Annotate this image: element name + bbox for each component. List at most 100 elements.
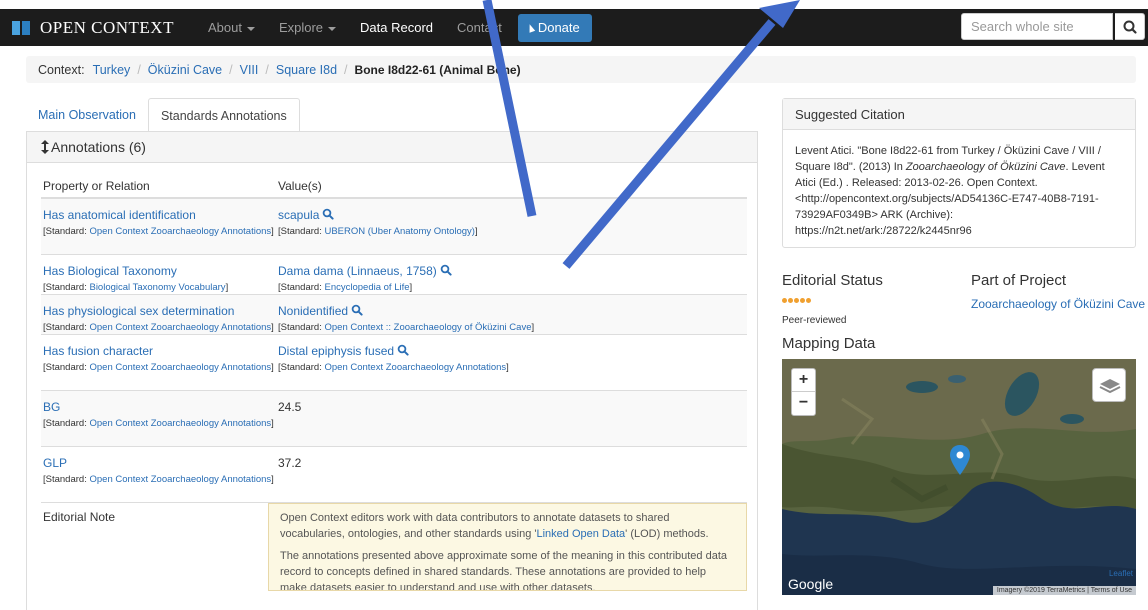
project-link[interactable]: Zooarchaeology of Öküzini Cave bbox=[971, 297, 1145, 311]
value-link[interactable]: scapula bbox=[278, 208, 319, 222]
value-cell: 37.2 bbox=[276, 454, 747, 502]
status-dot-icon bbox=[788, 298, 793, 303]
property-link[interactable]: GLP bbox=[43, 456, 67, 470]
record-tabs: Main Observation Standards Annotations bbox=[26, 98, 300, 132]
search-button[interactable] bbox=[1115, 13, 1145, 40]
standard-prefix: [Standard: bbox=[278, 282, 325, 293]
search-icon[interactable] bbox=[440, 264, 452, 276]
property-link[interactable]: Has physiological sex determination bbox=[43, 304, 234, 318]
property-standard-note: [Standard: Open Context Zooarchaeology A… bbox=[43, 472, 276, 488]
pointer-icon bbox=[526, 22, 536, 33]
annotations-title: Annotations (6) bbox=[51, 139, 146, 155]
table-header: Property or Relation Value(s) bbox=[41, 174, 747, 199]
property-standard-link[interactable]: Open Context Zooarchaeology Annotations bbox=[89, 322, 271, 333]
value-cell: scapula [Standard: UBERON (Uber Anatomy O… bbox=[276, 206, 747, 254]
search-input[interactable] bbox=[961, 13, 1113, 40]
annotations-table: Property or Relation Value(s) Has anatom… bbox=[41, 174, 747, 591]
editorial-text: ' (LOD) methods. bbox=[625, 528, 709, 540]
expand-collapse-icon bbox=[41, 140, 49, 154]
property-standard-link[interactable]: Open Context Zooarchaeology Annotations bbox=[89, 226, 271, 237]
citation-heading: Suggested Citation bbox=[783, 99, 1135, 130]
search-icon[interactable] bbox=[351, 304, 363, 316]
value-link[interactable]: Dama dama (Linnaeus, 1758) bbox=[278, 264, 437, 278]
property-standard-link[interactable]: Open Context Zooarchaeology Annotations bbox=[89, 474, 271, 485]
breadcrumb-current: Bone I8d22-61 (Animal Bone) bbox=[354, 62, 521, 77]
zoom-in-button[interactable]: + bbox=[792, 369, 815, 392]
value-standard-note: [Standard: Open Context Zooarchaeology A… bbox=[278, 360, 747, 376]
value-text: 37.2 bbox=[278, 456, 302, 470]
brand[interactable]: OPEN CONTEXT bbox=[12, 18, 174, 38]
breadcrumb-separator: / bbox=[344, 62, 348, 77]
editorial-status-rating bbox=[782, 298, 812, 303]
property-cell: Has Biological Taxonomy [Standard: Biolog… bbox=[41, 262, 276, 294]
property-standard-note: [Standard: Open Context Zooarchaeology A… bbox=[43, 360, 276, 376]
nav-item-label: Explore bbox=[278, 20, 324, 35]
editorial-status-text: Peer-reviewed bbox=[782, 315, 847, 326]
nav-item-contact[interactable]: Contact bbox=[445, 9, 514, 46]
standard-suffix: ] bbox=[225, 282, 229, 293]
nav-item-about[interactable]: About bbox=[196, 9, 267, 46]
breadcrumb-link-square[interactable]: Square I8d bbox=[276, 63, 337, 77]
terms-of-use-link[interactable]: Terms of Use bbox=[1091, 587, 1132, 594]
standard-prefix: [Standard: bbox=[278, 322, 325, 333]
table-body: Has anatomical identification [Standard: … bbox=[41, 199, 747, 503]
value-standard-link[interactable]: Open Context Zooarchaeology Annotations bbox=[324, 362, 506, 373]
imagery-credit: Imagery ©2019 TerraMetrics bbox=[996, 587, 1086, 594]
editorial-paragraph-2: The annotations presented above approxim… bbox=[280, 550, 728, 591]
breadcrumb-separator: / bbox=[265, 62, 269, 77]
property-standard-link[interactable]: Open Context Zooarchaeology Annotations bbox=[89, 362, 271, 373]
column-header-values: Value(s) bbox=[278, 179, 322, 193]
property-standard-link[interactable]: Open Context Zooarchaeology Annotations bbox=[89, 418, 271, 429]
value-cell: Nonidentified[Standard: Open Context :: … bbox=[276, 302, 747, 334]
standard-suffix: ] bbox=[271, 418, 274, 429]
zoom-out-button[interactable]: − bbox=[792, 392, 815, 415]
annotations-heading[interactable]: Annotations (6) bbox=[27, 132, 757, 163]
standard-suffix: ] bbox=[506, 362, 509, 373]
donate-button[interactable]: Donate bbox=[517, 13, 592, 42]
table-row: Has physiological sex determination [Stan… bbox=[41, 295, 747, 335]
leaflet-link[interactable]: Leaflet bbox=[1109, 569, 1133, 578]
layers-icon bbox=[1099, 379, 1121, 394]
value-standard-link[interactable]: UBERON (Uber Anatomy Ontology) bbox=[324, 226, 474, 237]
breadcrumb-link-turkey[interactable]: Turkey bbox=[93, 63, 131, 77]
property-link[interactable]: Has Biological Taxonomy bbox=[43, 264, 177, 278]
satellite-imagery bbox=[782, 359, 1136, 595]
map-marker-icon[interactable] bbox=[950, 445, 970, 475]
project-title: Part of Project bbox=[971, 272, 1067, 289]
map-attribution: Imagery ©2019 TerraMetrics | Terms of Us… bbox=[992, 586, 1136, 595]
mapping-title: Mapping Data bbox=[782, 335, 876, 352]
layers-button[interactable] bbox=[1092, 368, 1126, 402]
value-link[interactable]: Distal epiphysis fused bbox=[278, 344, 394, 358]
value-link[interactable]: Nonidentified bbox=[278, 304, 348, 318]
standard-suffix: ] bbox=[409, 282, 413, 293]
breadcrumb: Context: Turkey / Öküzini Cave / VIII / … bbox=[26, 56, 1136, 83]
breadcrumb-link-okuzini-cave[interactable]: Öküzini Cave bbox=[148, 63, 222, 77]
breadcrumb-link-viii[interactable]: VIII bbox=[240, 63, 259, 77]
nav-item-explore[interactable]: Explore bbox=[267, 9, 348, 46]
nav-menu: About Explore Data Record Contact Donate bbox=[196, 9, 592, 46]
editorial-status-title: Editorial Status bbox=[782, 272, 883, 289]
column-header-property: Property or Relation bbox=[43, 179, 150, 193]
tab-standards-annotations[interactable]: Standards Annotations bbox=[147, 98, 300, 132]
linked-open-data-link[interactable]: Linked Open Data bbox=[537, 528, 626, 540]
nav-item-data-record[interactable]: Data Record bbox=[348, 9, 445, 46]
standard-prefix: [Standard: bbox=[43, 322, 90, 333]
value-standard-link[interactable]: Encyclopedia of Life bbox=[324, 282, 409, 293]
property-link[interactable]: Has fusion character bbox=[43, 344, 153, 358]
value-standard-link[interactable]: Open Context :: Zooarchaeology of Öküzin… bbox=[324, 322, 531, 333]
top-navbar: OPEN CONTEXT About Explore Data Record C… bbox=[0, 9, 1148, 46]
citation-panel: Suggested Citation Levent Atici. "Bone I… bbox=[782, 98, 1136, 248]
tab-main-observation[interactable]: Main Observation bbox=[26, 98, 148, 132]
property-link[interactable]: BG bbox=[43, 400, 60, 414]
search-icon[interactable] bbox=[322, 208, 334, 220]
property-link[interactable]: Has anatomical identification bbox=[43, 208, 196, 222]
donate-label: Donate bbox=[537, 19, 580, 35]
search-icon[interactable] bbox=[397, 344, 409, 356]
standard-prefix: [Standard: bbox=[43, 226, 90, 237]
map[interactable]: + − Leaflet Google Imagery ©2019 TerraMe… bbox=[782, 359, 1136, 595]
standard-suffix: ] bbox=[474, 226, 478, 237]
property-standard-link[interactable]: Biological Taxonomy Vocabulary bbox=[89, 282, 225, 293]
table-row: BG [Standard: Open Context Zooarchaeology… bbox=[41, 391, 747, 447]
property-standard-note: [Standard: Biological Taxonomy Vocabular… bbox=[43, 280, 276, 296]
editorial-note-label: Editorial Note bbox=[43, 510, 116, 524]
